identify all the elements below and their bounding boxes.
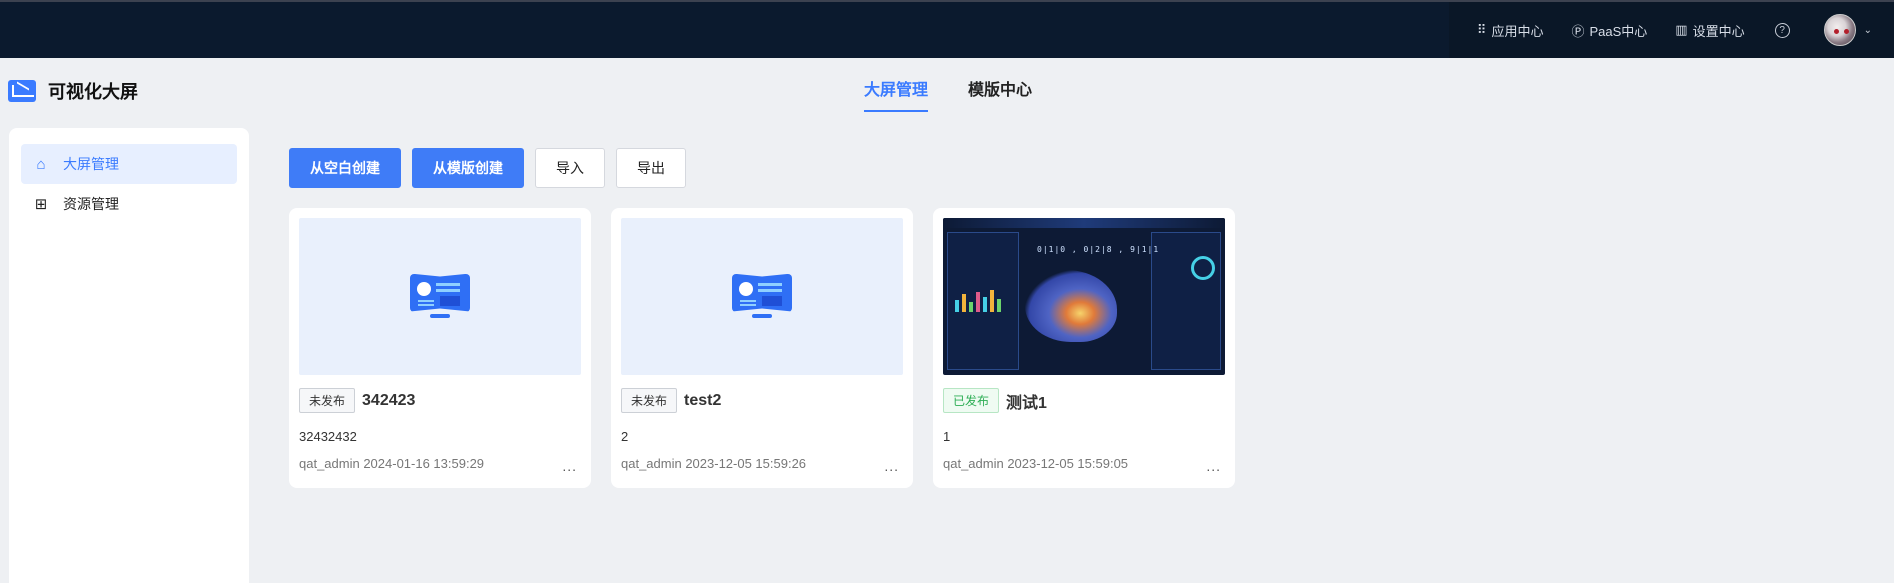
home-icon: ⌂	[36, 155, 46, 173]
card-title: 测试1	[1006, 394, 1047, 412]
more-options-icon[interactable]: ...	[562, 458, 577, 474]
tab-screen-management[interactable]: 大屏管理	[864, 76, 929, 112]
sidebar-item-resource-management[interactable]: ⊞ 资源管理	[21, 184, 237, 224]
gauge-graphic	[1191, 256, 1215, 280]
grid-icon: ⊞	[34, 196, 48, 213]
settings-center-label: 设置中心	[1692, 23, 1745, 39]
more-options-icon[interactable]: ...	[1206, 458, 1221, 474]
card-meta: qat_admin 2023-12-05 15:59:05	[943, 456, 1129, 471]
screen-card[interactable]: 0|1|0 , 0|2|8 , 9|1|1 已发布 测试1 1 qat_admi…	[933, 208, 1235, 488]
brand: 可视化大屏	[8, 78, 138, 104]
create-from-template-button[interactable]: 从模版创建	[412, 148, 524, 188]
paas-icon: Ⓟ	[1571, 23, 1585, 39]
card-meta: qat_admin 2024-01-16 13:59:29	[299, 456, 485, 471]
sidebar-item-label: 大屏管理	[63, 156, 119, 172]
import-button[interactable]: 导入	[535, 148, 605, 188]
export-button[interactable]: 导出	[616, 148, 686, 188]
monitor-placeholder-icon	[732, 273, 792, 320]
app-title: 可视化大屏	[48, 82, 138, 102]
status-badge: 已发布	[943, 388, 1000, 413]
main-tabs: 大屏管理 模版中心	[864, 76, 1032, 112]
app-center-label: 应用中心	[1491, 23, 1544, 39]
monitor-placeholder-icon	[410, 273, 470, 320]
create-blank-button[interactable]: 从空白创建	[289, 148, 401, 188]
dashboard-logo-icon	[8, 80, 36, 102]
card-description: 1	[943, 429, 951, 444]
more-options-icon[interactable]: ...	[884, 458, 899, 474]
paas-center-label: PaaS中心	[1589, 23, 1648, 39]
paas-center-link[interactable]: Ⓟ PaaS中心	[1571, 21, 1647, 40]
settings-center-link[interactable]: ▥ 设置中心	[1675, 21, 1744, 40]
help-icon[interactable]: ?	[1774, 22, 1790, 38]
card-thumbnail-dashboard[interactable]: 0|1|0 , 0|2|8 , 9|1|1	[943, 218, 1225, 375]
status-badge: 未发布	[621, 388, 678, 413]
apps-grid-icon: ⠿	[1476, 22, 1487, 37]
sidebar-item-label: 资源管理	[63, 196, 119, 212]
avatar[interactable]	[1823, 14, 1856, 46]
card-thumbnail[interactable]	[299, 218, 581, 375]
chevron-down-icon[interactable]: ⌄	[1864, 25, 1872, 36]
sidebar: ⌂ 大屏管理 ⊞ 资源管理	[9, 128, 249, 583]
card-meta: qat_admin 2023-12-05 15:59:26	[621, 456, 807, 471]
card-description: 32432432	[299, 429, 357, 444]
sidebar-item-screen-management[interactable]: ⌂ 大屏管理	[21, 144, 237, 184]
card-description: 2	[621, 429, 629, 444]
top-bar: ⠿ 应用中心 Ⓟ PaaS中心 ▥ 设置中心 ? ⌄	[0, 0, 1894, 58]
toolbar: 从空白创建 从模版创建 导入 导出	[289, 148, 686, 188]
top-nav: ⠿ 应用中心 Ⓟ PaaS中心 ▥ 设置中心 ? ⌄	[1448, 2, 1894, 58]
building-icon: ▥	[1675, 22, 1688, 37]
status-badge: 未发布	[299, 388, 356, 413]
card-title: test2	[684, 391, 722, 409]
china-map-graphic	[1025, 270, 1117, 342]
tab-template-center[interactable]: 模版中心	[968, 76, 1032, 112]
screen-card[interactable]: 未发布 test2 2 qat_admin 2023-12-05 15:59:2…	[611, 208, 913, 488]
app-center-link[interactable]: ⠿ 应用中心	[1477, 21, 1544, 40]
screen-card[interactable]: 未发布 342423 32432432 qat_admin 2024-01-16…	[289, 208, 591, 488]
card-thumbnail[interactable]	[621, 218, 903, 375]
screen-cards: 未发布 342423 32432432 qat_admin 2024-01-16…	[289, 208, 1235, 488]
card-title: 342423	[362, 391, 416, 409]
